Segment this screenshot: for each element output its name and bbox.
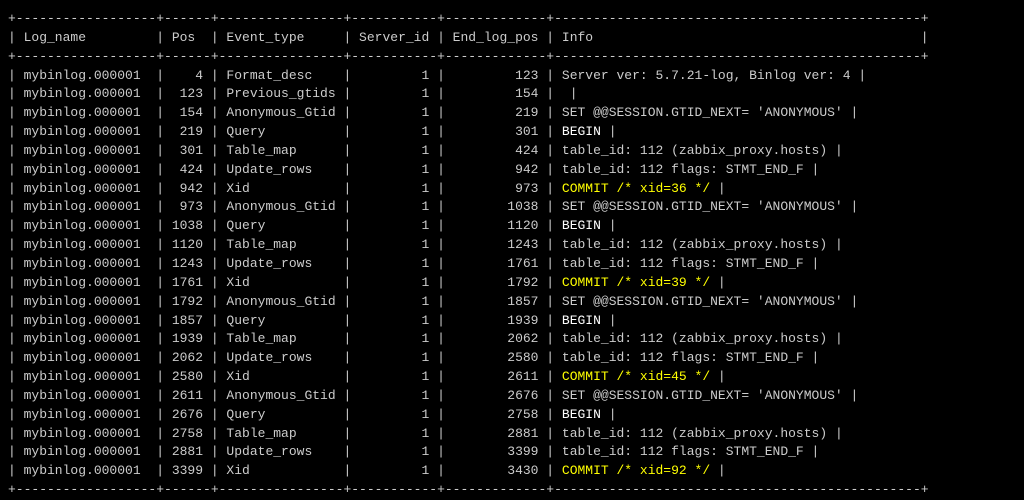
info-cell: table_id: 112 (zabbix_proxy.hosts) bbox=[562, 331, 827, 346]
table-row: | mybinlog.000001 | 424 | Update_rows | … bbox=[8, 161, 1016, 180]
info-cell: BEGIN bbox=[562, 218, 601, 233]
table-row: | mybinlog.000001 | 2881 | Update_rows |… bbox=[8, 443, 1016, 462]
info-cell: table_id: 112 flags: STMT_END_F bbox=[562, 162, 804, 177]
table-row: | mybinlog.000001 | 2676 | Query | 1 | 2… bbox=[8, 406, 1016, 425]
table-row: | mybinlog.000001 | 942 | Xid | 1 | 973 … bbox=[8, 180, 1016, 199]
divider-top: +------------------+------+-------------… bbox=[8, 10, 1016, 29]
table-row: | mybinlog.000001 | 301 | Table_map | 1 … bbox=[8, 142, 1016, 161]
info-cell: SET @@SESSION.GTID_NEXT= 'ANONYMOUS' bbox=[562, 199, 843, 214]
table-row: | mybinlog.000001 | 1120 | Table_map | 1… bbox=[8, 236, 1016, 255]
info-cell: table_id: 112 flags: STMT_END_F bbox=[562, 256, 804, 271]
info-cell: COMMIT /* xid=92 */ bbox=[562, 463, 710, 478]
info-cell: table_id: 112 (zabbix_proxy.hosts) bbox=[562, 426, 827, 441]
table-row: | mybinlog.000001 | 154 | Anonymous_Gtid… bbox=[8, 104, 1016, 123]
divider-mid: +------------------+------+-------------… bbox=[8, 48, 1016, 67]
info-cell: BEGIN bbox=[562, 407, 601, 422]
table-row: | mybinlog.000001 | 973 | Anonymous_Gtid… bbox=[8, 198, 1016, 217]
info-cell: table_id: 112 flags: STMT_END_F bbox=[562, 444, 804, 459]
info-cell: BEGIN bbox=[562, 124, 601, 139]
table-row: | mybinlog.000001 | 1038 | Query | 1 | 1… bbox=[8, 217, 1016, 236]
table-row: | mybinlog.000001 | 1792 | Anonymous_Gti… bbox=[8, 293, 1016, 312]
terminal: +------------------+------+-------------… bbox=[0, 0, 1024, 500]
info-cell: SET @@SESSION.GTID_NEXT= 'ANONYMOUS' bbox=[562, 388, 843, 403]
table-row: | mybinlog.000001 | 2611 | Anonymous_Gti… bbox=[8, 387, 1016, 406]
info-cell: SET @@SESSION.GTID_NEXT= 'ANONYMOUS' bbox=[562, 105, 843, 120]
info-cell: Server ver: 5.7.21-log, Binlog ver: 4 bbox=[562, 68, 851, 83]
info-cell: SET @@SESSION.GTID_NEXT= 'ANONYMOUS' bbox=[562, 294, 843, 309]
info-cell: table_id: 112 (zabbix_proxy.hosts) bbox=[562, 237, 827, 252]
data-rows: | mybinlog.000001 | 4 | Format_desc | 1 … bbox=[8, 67, 1016, 482]
header-row: | Log_name | Pos | Event_type | Server_i… bbox=[8, 29, 1016, 48]
table-row: | mybinlog.000001 | 219 | Query | 1 | 30… bbox=[8, 123, 1016, 142]
table-row: | mybinlog.000001 | 3399 | Xid | 1 | 343… bbox=[8, 462, 1016, 481]
info-cell: COMMIT /* xid=36 */ bbox=[562, 181, 710, 196]
table-row: | mybinlog.000001 | 1939 | Table_map | 1… bbox=[8, 330, 1016, 349]
table-row: | mybinlog.000001 | 4 | Format_desc | 1 … bbox=[8, 67, 1016, 86]
table-row: | mybinlog.000001 | 2580 | Xid | 1 | 261… bbox=[8, 368, 1016, 387]
info-cell: table_id: 112 (zabbix_proxy.hosts) bbox=[562, 143, 827, 158]
table-row: | mybinlog.000001 | 2062 | Update_rows |… bbox=[8, 349, 1016, 368]
info-cell: COMMIT /* xid=39 */ bbox=[562, 275, 710, 290]
table-row: | mybinlog.000001 | 123 | Previous_gtids… bbox=[8, 85, 1016, 104]
table-row: | mybinlog.000001 | 1761 | Xid | 1 | 179… bbox=[8, 274, 1016, 293]
info-cell: BEGIN bbox=[562, 313, 601, 328]
table-container: +------------------+------+-------------… bbox=[8, 10, 1016, 500]
divider-bottom: +------------------+------+-------------… bbox=[8, 481, 1016, 500]
info-cell: table_id: 112 flags: STMT_END_F bbox=[562, 350, 804, 365]
table-row: | mybinlog.000001 | 2758 | Table_map | 1… bbox=[8, 425, 1016, 444]
info-cell: COMMIT /* xid=45 */ bbox=[562, 369, 710, 384]
table-row: | mybinlog.000001 | 1243 | Update_rows |… bbox=[8, 255, 1016, 274]
table-row: | mybinlog.000001 | 1857 | Query | 1 | 1… bbox=[8, 312, 1016, 331]
